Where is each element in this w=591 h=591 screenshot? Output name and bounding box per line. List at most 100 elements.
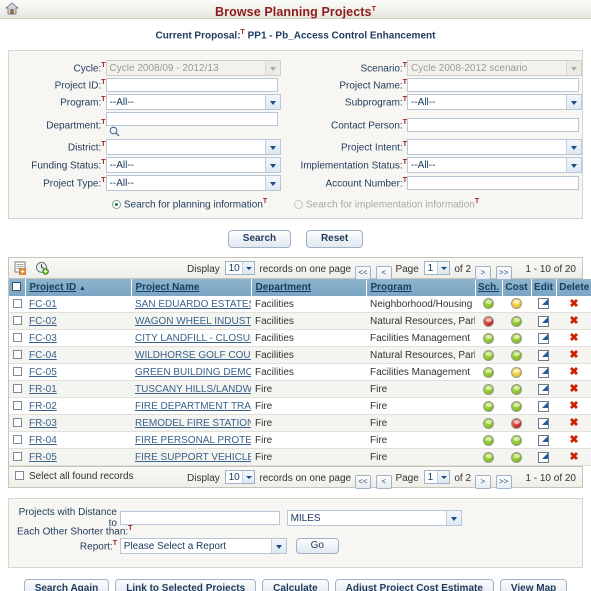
row-select-cell[interactable]: [9, 414, 25, 433]
project-name-input[interactable]: [407, 78, 579, 93]
delete-icon[interactable]: ✖: [569, 366, 578, 378]
bottom-button-link-to-selected-projects[interactable]: Link to Selected Projects: [115, 579, 257, 591]
project-id-link[interactable]: FC-02: [29, 316, 57, 327]
row-select-cell[interactable]: [9, 397, 25, 416]
project-name-link[interactable]: FIRE DEPARTMENT TRAINING C...: [135, 401, 251, 412]
cell-edit[interactable]: [531, 431, 556, 450]
col-project-id-link[interactable]: Project ID: [30, 282, 77, 293]
delete-icon[interactable]: ✖: [569, 417, 578, 429]
delete-icon[interactable]: ✖: [569, 383, 578, 395]
project-name-link[interactable]: FIRE PERSONAL PROTECTIVE E...: [135, 435, 251, 446]
project-id-link[interactable]: FC-01: [29, 299, 57, 310]
col-sch-link[interactable]: Sch.: [478, 282, 499, 293]
bottom-button-search-again[interactable]: Search Again: [23, 579, 110, 591]
project-name-link[interactable]: WILDHORSE GOLF COURSE: [135, 350, 251, 361]
row-select-cell[interactable]: [9, 329, 25, 348]
project-name-link[interactable]: REMODEL FIRE STATION 81: [135, 418, 251, 429]
project-id-link[interactable]: FC-03: [29, 333, 57, 344]
row-select-cell[interactable]: [9, 380, 25, 399]
cell-delete[interactable]: ✖: [556, 312, 591, 331]
delete-icon[interactable]: ✖: [569, 400, 578, 412]
project-name-link[interactable]: FIRE SUPPORT VEHICLE: [135, 452, 251, 463]
cell-edit[interactable]: [531, 448, 556, 467]
district-select[interactable]: [105, 139, 281, 156]
edit-icon[interactable]: [538, 417, 549, 429]
reset-button[interactable]: Reset: [305, 229, 364, 248]
last-page-button-bottom[interactable]: >>: [495, 475, 512, 490]
cell-edit[interactable]: [531, 295, 556, 314]
delete-icon[interactable]: ✖: [569, 349, 578, 361]
row-select-cell[interactable]: [9, 448, 25, 467]
delete-icon[interactable]: ✖: [569, 315, 578, 327]
cell-delete[interactable]: ✖: [556, 380, 591, 399]
col-project-id[interactable]: Project ID ▲: [25, 278, 132, 296]
project-id-link[interactable]: FC-05: [29, 367, 57, 378]
search-icon[interactable]: [109, 126, 120, 137]
col-department[interactable]: Department: [251, 278, 367, 296]
project-name-link[interactable]: SAN EDUARDO ESTATES IMPR...: [135, 299, 251, 310]
checkbox-icon[interactable]: [12, 366, 22, 376]
delete-icon[interactable]: ✖: [569, 298, 578, 310]
bottom-button-calculate[interactable]: Calculate: [262, 579, 329, 591]
department-input[interactable]: [105, 112, 278, 127]
cell-delete[interactable]: ✖: [556, 414, 591, 433]
col-department-link[interactable]: Department: [256, 282, 312, 293]
cell-delete[interactable]: ✖: [556, 397, 591, 416]
delete-icon[interactable]: ✖: [569, 451, 578, 463]
cell-edit[interactable]: [531, 414, 556, 433]
radio-search-implementation[interactable]: Search for implementation informationT: [293, 198, 479, 211]
col-program-link[interactable]: Program: [371, 282, 412, 293]
next-page-button-bottom[interactable]: >: [474, 475, 491, 490]
contact-person-input[interactable]: [407, 117, 579, 132]
checkbox-icon[interactable]: [12, 451, 22, 461]
project-id-link[interactable]: FR-01: [29, 384, 57, 395]
row-select-cell[interactable]: [9, 295, 25, 314]
prev-page-button[interactable]: <: [375, 265, 392, 280]
col-sch[interactable]: Sch.: [475, 278, 503, 296]
checkbox-icon[interactable]: [12, 281, 22, 291]
delete-icon[interactable]: ✖: [569, 434, 578, 446]
edit-icon[interactable]: [538, 349, 549, 361]
project-id-link[interactable]: FC-04: [29, 350, 57, 361]
edit-icon[interactable]: [538, 434, 549, 446]
edit-icon[interactable]: [538, 298, 549, 310]
bottom-button-view-map[interactable]: View Map: [499, 579, 568, 591]
project-intent-select[interactable]: [407, 139, 582, 156]
row-select-cell[interactable]: [9, 363, 25, 382]
edit-icon[interactable]: [538, 332, 549, 344]
checkbox-icon[interactable]: [12, 349, 22, 359]
cell-delete[interactable]: ✖: [556, 448, 591, 467]
checkbox-icon[interactable]: [12, 315, 22, 325]
distance-unit-select[interactable]: MILES: [286, 510, 462, 527]
cycle-select[interactable]: Cycle 2008/09 - 2012/13: [105, 60, 281, 77]
col-project-name-link[interactable]: Project Name: [136, 282, 200, 293]
checkbox-icon[interactable]: [12, 298, 22, 308]
cell-edit[interactable]: [531, 346, 556, 365]
row-select-cell[interactable]: [9, 312, 25, 331]
edit-icon[interactable]: [538, 383, 549, 395]
cell-edit[interactable]: [531, 380, 556, 399]
cell-edit[interactable]: [531, 312, 556, 331]
checkbox-icon[interactable]: [12, 400, 22, 410]
cell-delete[interactable]: ✖: [556, 329, 591, 348]
cell-delete[interactable]: ✖: [556, 346, 591, 365]
bottom-button-adjust-project-cost-estimate[interactable]: Adjust Project Cost Estimate: [334, 579, 494, 591]
checkbox-icon[interactable]: [12, 434, 22, 444]
program-select[interactable]: --All--: [105, 94, 281, 111]
cell-edit[interactable]: [531, 363, 556, 382]
page-size-select-bottom[interactable]: 10: [224, 470, 255, 485]
checkbox-icon[interactable]: [12, 332, 22, 342]
report-select[interactable]: Please Select a Report: [119, 538, 287, 555]
col-project-name[interactable]: Project Name: [131, 278, 252, 296]
edit-icon[interactable]: [538, 315, 549, 327]
cell-edit[interactable]: [531, 397, 556, 416]
project-name-link[interactable]: WAGON WHEEL INDUSTRIAL P...: [135, 316, 251, 327]
cell-edit[interactable]: [531, 329, 556, 348]
row-select-cell[interactable]: [9, 431, 25, 450]
select-all-header[interactable]: [9, 278, 26, 296]
cell-delete[interactable]: ✖: [556, 295, 591, 314]
select-all-found-records[interactable]: Select all found records: [15, 471, 134, 482]
project-id-input[interactable]: [105, 78, 278, 93]
radio-search-planning[interactable]: Search for planning informationT: [111, 198, 267, 211]
page-number-select-bottom[interactable]: 1: [423, 470, 450, 485]
